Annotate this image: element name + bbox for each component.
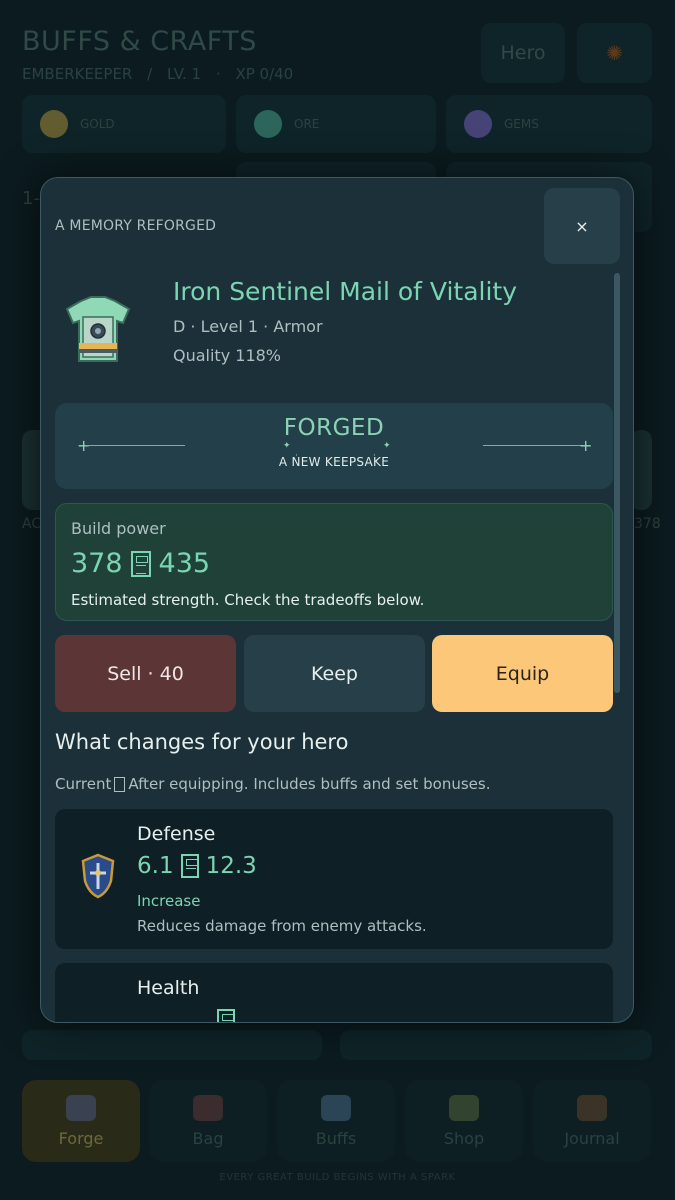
background-text: 378: [634, 516, 661, 532]
build-power-panel: Build power 378 435 Estimated strength. …: [55, 503, 613, 621]
changes-title: What changes for your hero: [55, 730, 349, 754]
gold-coins-icon: [40, 110, 68, 138]
shop-icon: [449, 1094, 479, 1121]
background-card: [22, 1030, 322, 1060]
forge-result-modal: A MEMORY REFORGED × Iron Sentinel Mail o…: [40, 177, 634, 1023]
nav-journal[interactable]: Journal: [533, 1080, 651, 1162]
stat-change: Increase: [137, 892, 201, 910]
equip-button[interactable]: Equip: [432, 635, 613, 712]
changes-note: Current After equipping. Includes buffs …: [55, 775, 491, 793]
hero-subtitle: EMBERKEEPER / LV. 1 · XP 0/40: [22, 65, 294, 83]
bag-icon: [193, 1094, 223, 1121]
stat-description: Reduces damage from enemy attacks.: [137, 917, 427, 935]
item-quality: Quality 118%: [173, 346, 281, 365]
arrow-icon: [114, 776, 126, 792]
close-button[interactable]: ×: [544, 188, 620, 264]
resource-gold: GOLD: [22, 95, 226, 153]
hero-button[interactable]: Hero: [481, 23, 565, 83]
sparkle-icon: ✺: [606, 41, 623, 65]
nav-buffs[interactable]: Buffs: [277, 1080, 395, 1162]
resource-ore: ORE: [236, 95, 436, 153]
stat-name: Defense: [137, 823, 216, 845]
page-title: BUFFS & CRAFTS: [22, 26, 257, 57]
arrow-icon: [217, 1009, 235, 1022]
keep-button[interactable]: Keep: [244, 635, 425, 712]
stat-values: [217, 1009, 235, 1022]
build-power-note: Estimated strength. Check the tradeoffs …: [71, 591, 425, 609]
forged-subtitle: A NEW KEEPSAKE: [278, 455, 390, 469]
build-power-after: 435: [158, 548, 211, 579]
divider: [483, 445, 583, 446]
ore-crystal-icon: [254, 110, 282, 138]
sell-button[interactable]: Sell · 40: [55, 635, 236, 712]
item-summary: Iron Sentinel Mail of Vitality D · Level…: [65, 273, 603, 393]
buffs-icon: [321, 1094, 351, 1121]
scrollbar[interactable]: [614, 273, 620, 693]
sparkle-icon: ✦: [283, 441, 291, 451]
close-icon: ×: [575, 216, 589, 236]
armor-icon: [65, 296, 131, 362]
sparkle-icon: ✦: [383, 441, 391, 451]
stat-card-defense: Defense 6.1 12.3 Increase Reduces damage…: [55, 809, 613, 949]
item-meta: D · Level 1 · Armor: [173, 317, 323, 336]
nav-bag[interactable]: Bag: [149, 1080, 267, 1162]
build-power-current: 378: [71, 548, 123, 579]
divider: [85, 445, 185, 446]
nav-shop[interactable]: Shop: [405, 1080, 523, 1162]
stat-card-health: Health: [55, 963, 613, 1022]
bottom-nav: Forge Bag Buffs Shop Journal: [0, 1072, 675, 1167]
shield-icon: [81, 853, 115, 899]
arrow-icon: [180, 854, 199, 878]
item-name: Iron Sentinel Mail of Vitality: [173, 277, 518, 306]
journal-icon: [577, 1094, 607, 1121]
stat-values: 6.1 12.3: [137, 853, 257, 879]
anvil-icon: [66, 1094, 96, 1121]
background-text: AC: [22, 516, 42, 532]
sparkle-menu-button[interactable]: ✺: [577, 23, 652, 83]
build-power-label: Build power: [71, 519, 166, 538]
background-text: 1-: [22, 188, 40, 209]
resource-gems: GEMS: [446, 95, 652, 153]
modal-heading: A MEMORY REFORGED: [55, 218, 217, 234]
stat-name: Health: [137, 977, 200, 999]
nav-forge[interactable]: Forge: [22, 1080, 140, 1162]
background-card: [340, 1030, 652, 1060]
tagline: EVERY GREAT BUILD BEGINS WITH A SPARK: [219, 1172, 456, 1183]
gems-icon: [464, 110, 492, 138]
forged-title: FORGED: [283, 415, 385, 441]
arrow-icon: [130, 550, 151, 577]
build-power-values: 378 435: [71, 548, 210, 579]
forged-banner: + + ✦ ✦ · · FORGED A NEW KEEPSAKE: [55, 403, 613, 489]
